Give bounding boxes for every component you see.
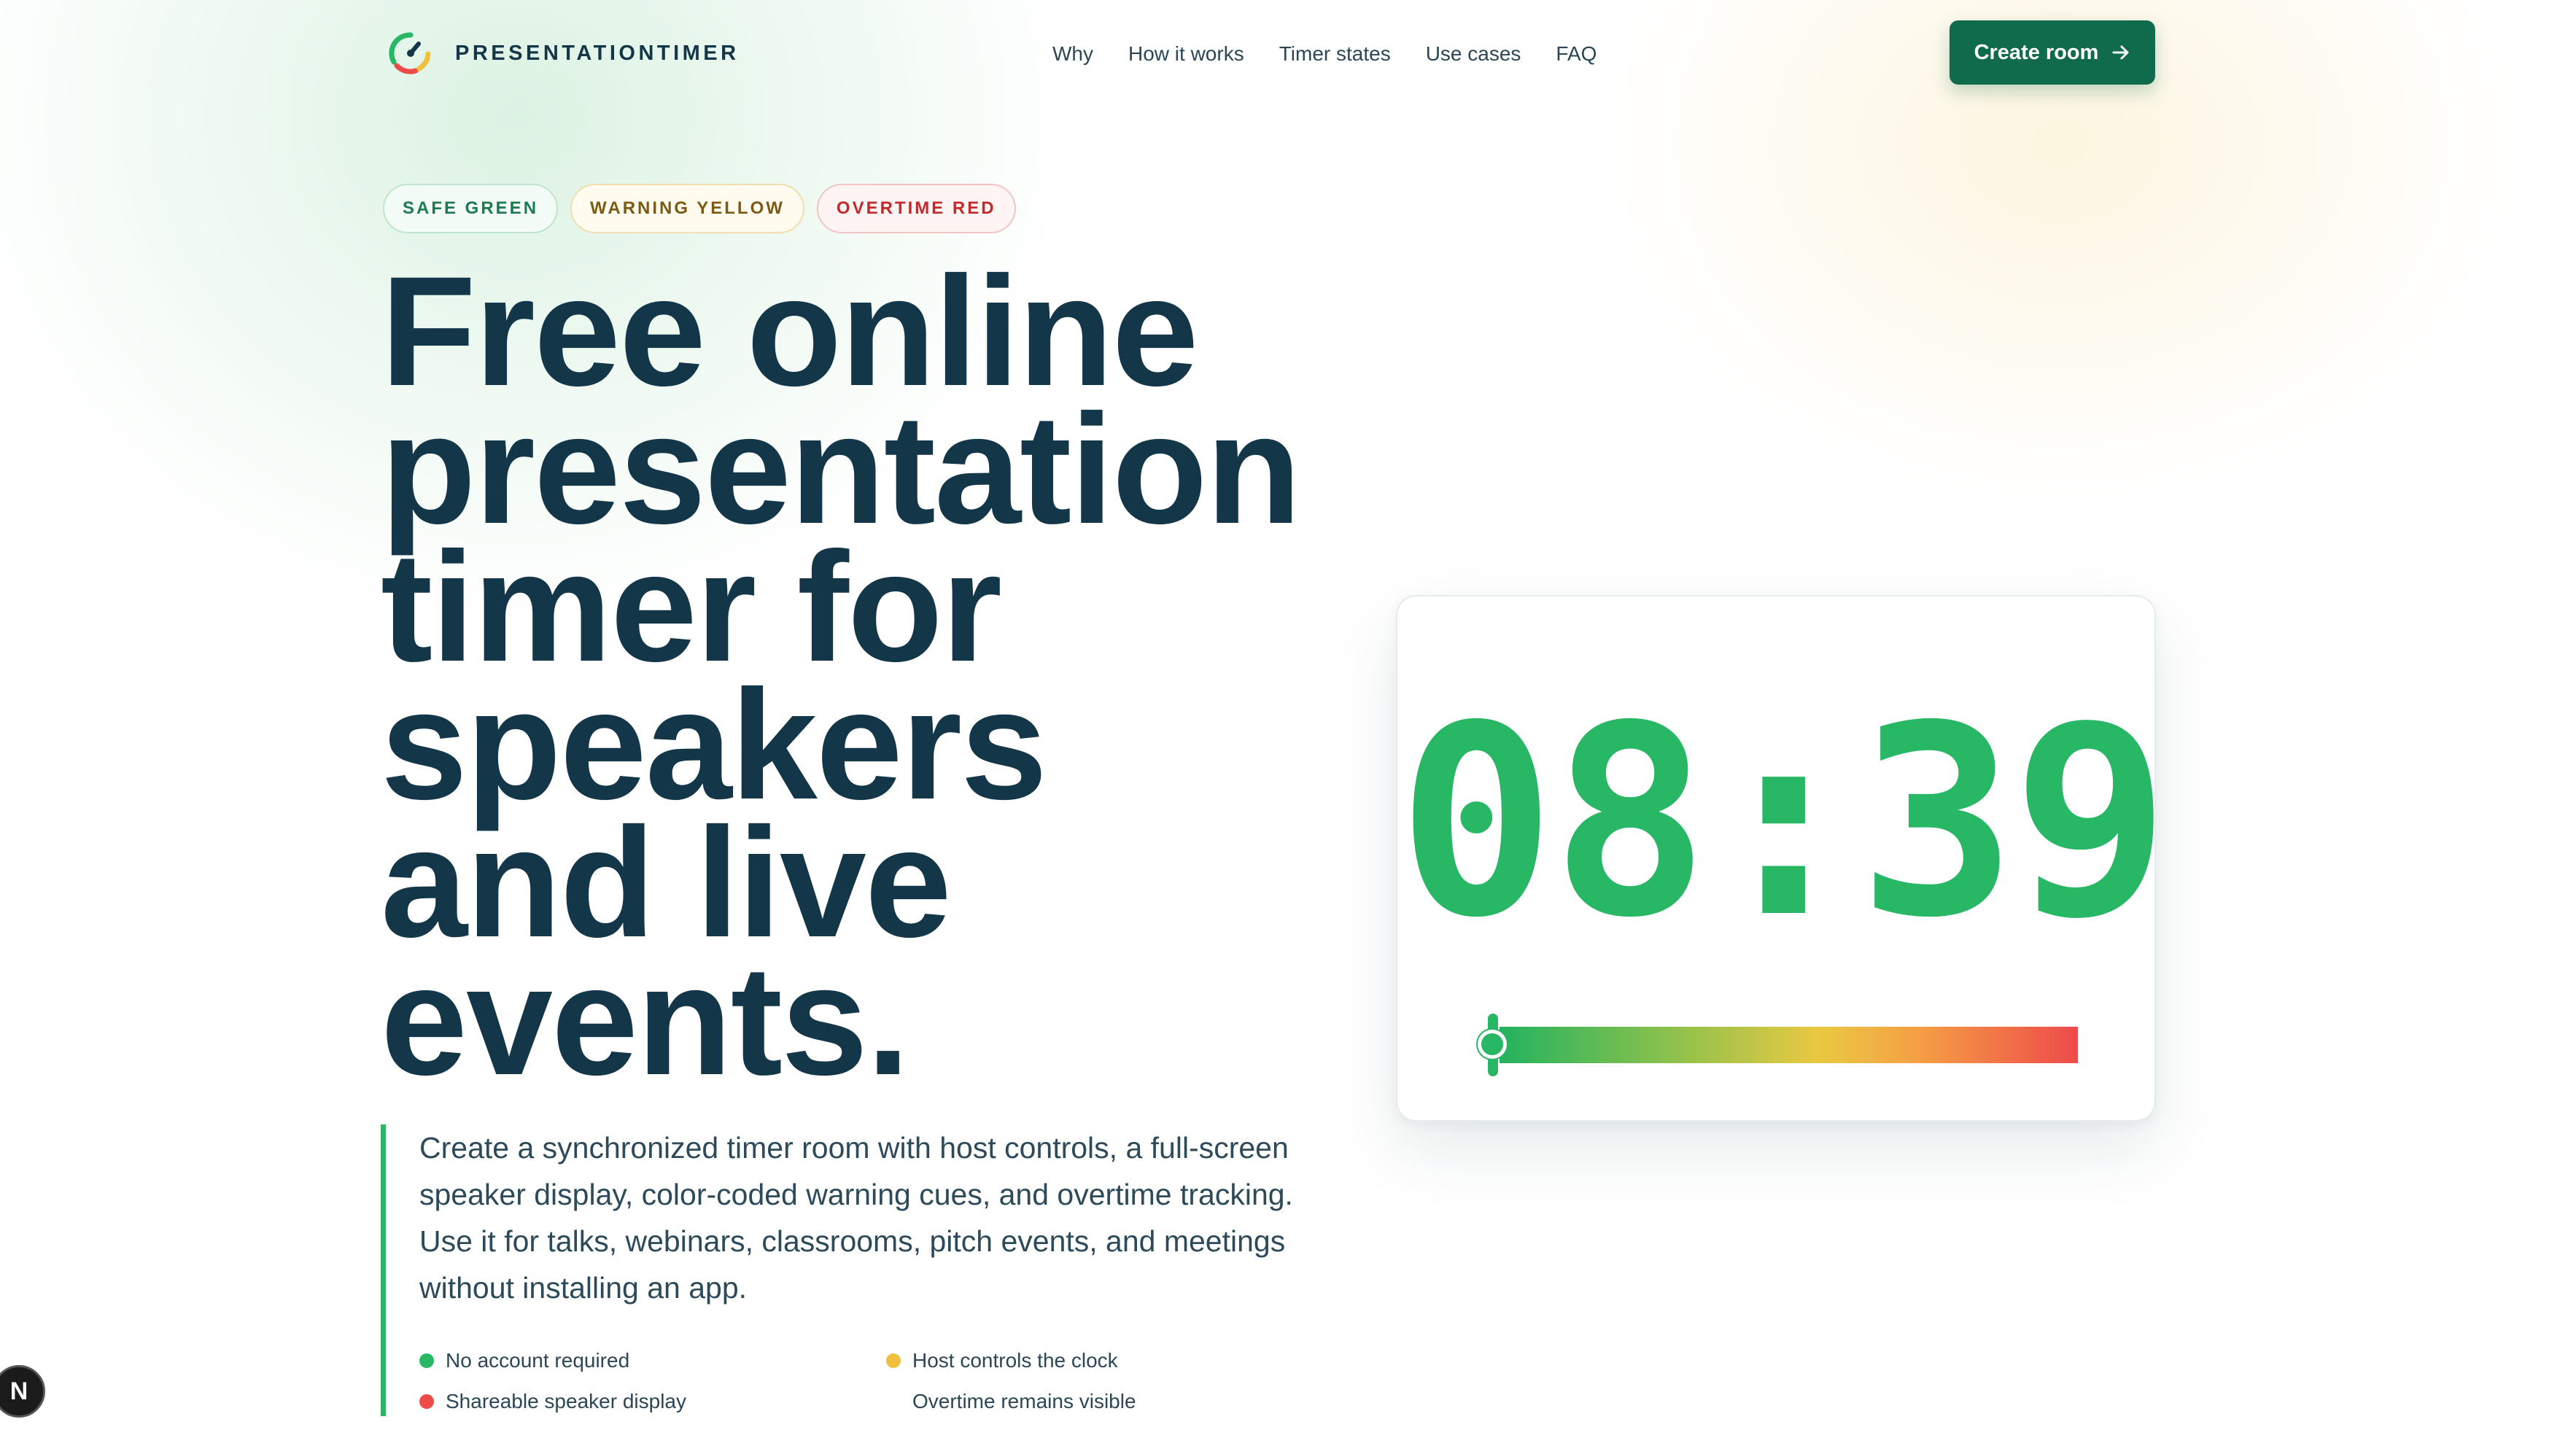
chip-overtime-red: OVERTIME RED	[816, 184, 1016, 233]
feature-item: No account required	[419, 1348, 886, 1374]
nav-timer-states[interactable]: Timer states	[1279, 42, 1391, 66]
feature-label: Shareable speaker display	[446, 1390, 686, 1412]
headline-line: speakers	[381, 658, 1047, 832]
headline-line: events.	[381, 933, 910, 1108]
headline-line: presentation	[381, 382, 1301, 556]
timer-state-chips: SAFE GREEN WARNING YELLOW OVERTIME RED	[383, 184, 1016, 233]
nav-faq[interactable]: FAQ	[1556, 42, 1597, 66]
create-room-button[interactable]: Create room	[1950, 20, 2155, 85]
feature-label: No account required	[446, 1349, 630, 1372]
green-dot-icon	[419, 1353, 434, 1368]
nav-why[interactable]: Why	[1052, 42, 1093, 66]
hero-description-block: Create a synchronized timer room with ho…	[381, 1124, 1402, 1416]
feature-item: Overtime remains visible	[886, 1388, 1295, 1415]
feature-label: Host controls the clock	[912, 1349, 1118, 1372]
red-dot-icon	[419, 1394, 434, 1409]
framework-badge[interactable]: N	[0, 1365, 45, 1418]
hero-description: Create a synchronized timer room with ho…	[419, 1131, 1293, 1305]
headline-line: and live	[381, 796, 952, 970]
main-nav: Why How it works Timer states Use cases …	[1052, 38, 1597, 70]
time-progress-bar	[1500, 1027, 2078, 1063]
timer-preview-card: 08:39	[1396, 595, 2170, 1122]
logo[interactable]: PRESENTATIONTIMER	[387, 29, 740, 77]
headline-line: Free online	[381, 244, 1199, 419]
arrow-right-icon	[2111, 43, 2130, 62]
chip-safe-green: SAFE GREEN	[383, 184, 559, 233]
create-room-label: Create room	[1974, 40, 2099, 64]
yellow-dot-icon	[886, 1353, 901, 1368]
logo-text: PRESENTATIONTIMER	[455, 41, 740, 65]
feature-label: Overtime remains visible	[912, 1390, 1136, 1412]
progress-knob	[1478, 1030, 1507, 1059]
feature-item: Host controls the clock	[886, 1348, 1295, 1374]
chip-warning-yellow: WARNING YELLOW	[570, 184, 804, 233]
timer-display: 08:39	[1397, 669, 2170, 975]
headline-line: timer for	[381, 520, 1002, 694]
logo-icon	[389, 32, 431, 74]
nav-use-cases[interactable]: Use cases	[1426, 42, 1521, 66]
feature-item: Shareable speaker display	[419, 1388, 886, 1415]
feature-list: No account required Host controls the cl…	[419, 1348, 1295, 1415]
nav-how-it-works[interactable]: How it works	[1128, 42, 1244, 66]
hero-headline: Free online presentation timer for speak…	[381, 244, 1402, 1108]
landing-page: PRESENTATIONTIMER Why How it works Timer…	[0, 0, 2576, 1438]
